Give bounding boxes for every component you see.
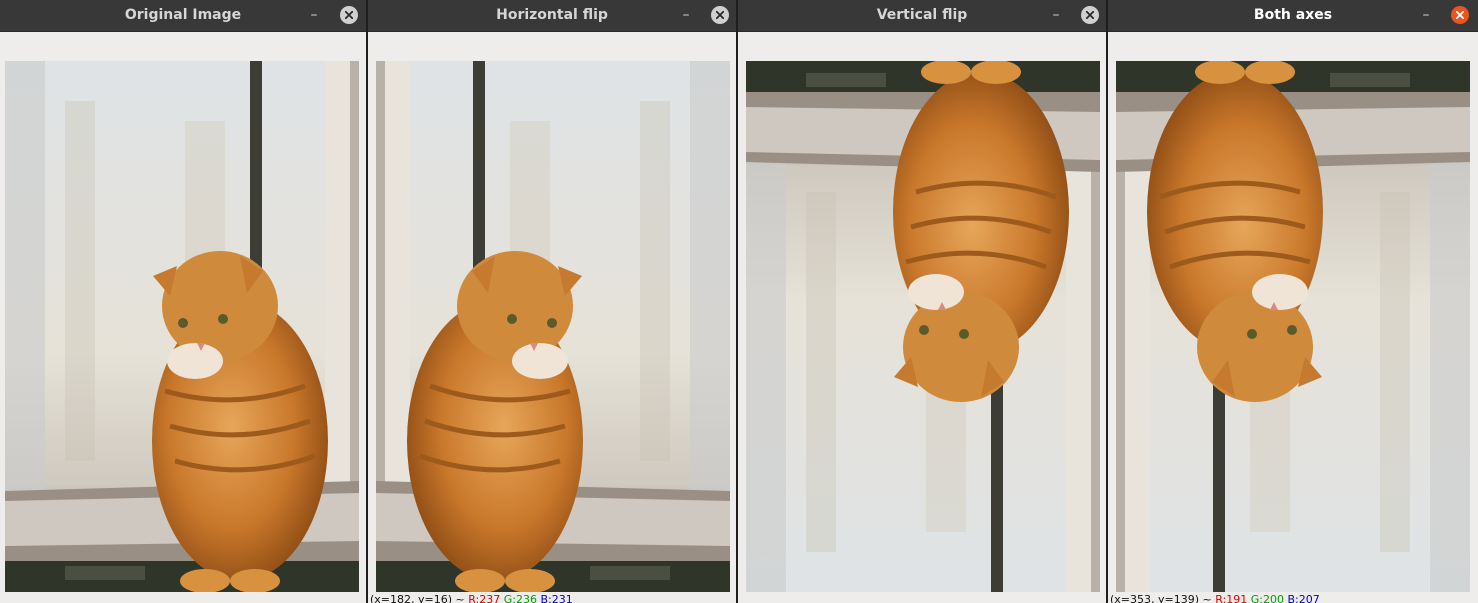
status-bar: (x=182, y=16) ~ R:237 G:236 B:231 [370,593,573,603]
status-coords: (x=353, y=139) ~ [1110,593,1212,603]
status-red: R:191 [1215,593,1248,603]
close-icon[interactable] [1451,6,1469,24]
minimize-icon[interactable]: – [305,7,323,25]
close-icon[interactable] [711,6,729,24]
titlebar[interactable]: Horizontal flip – [368,0,736,32]
status-bar: (x=353, y=139) ~ R:191 G:200 B:207 [1110,593,1320,603]
window-both-axes: Both axes – (x=353, y=139) ~ R:191 G:200… [1108,0,1478,603]
close-icon[interactable] [1081,6,1099,24]
status-coords: (x=182, y=16) ~ [370,593,465,603]
image-canvas[interactable] [5,61,359,592]
minimize-icon[interactable]: – [677,7,695,25]
status-blue: B:231 [540,593,573,603]
window-vertical-flip: Vertical flip – [738,0,1106,603]
status-green: G:236 [503,593,537,603]
image-canvas[interactable] [746,61,1100,592]
status-blue: B:207 [1287,593,1320,603]
minimize-icon[interactable]: – [1417,7,1435,25]
status-red: R:237 [468,593,501,603]
minimize-icon[interactable]: – [1047,7,1065,25]
cat-image-both-axes [1116,61,1470,592]
titlebar[interactable]: Both axes – [1108,0,1478,32]
window-original-image: Original Image – [0,0,366,603]
image-canvas[interactable] [376,61,730,592]
titlebar[interactable]: Vertical flip – [738,0,1106,32]
window-horizontal-flip: Horizontal flip – (x=182, y=16) ~ R:237 … [368,0,736,603]
close-icon[interactable] [340,6,358,24]
image-canvas[interactable] [1116,61,1470,592]
cat-image [5,61,359,592]
titlebar[interactable]: Original Image – [0,0,366,32]
status-green: G:200 [1250,593,1284,603]
cat-image-hflip [376,61,730,592]
cat-image-vflip [746,61,1100,592]
